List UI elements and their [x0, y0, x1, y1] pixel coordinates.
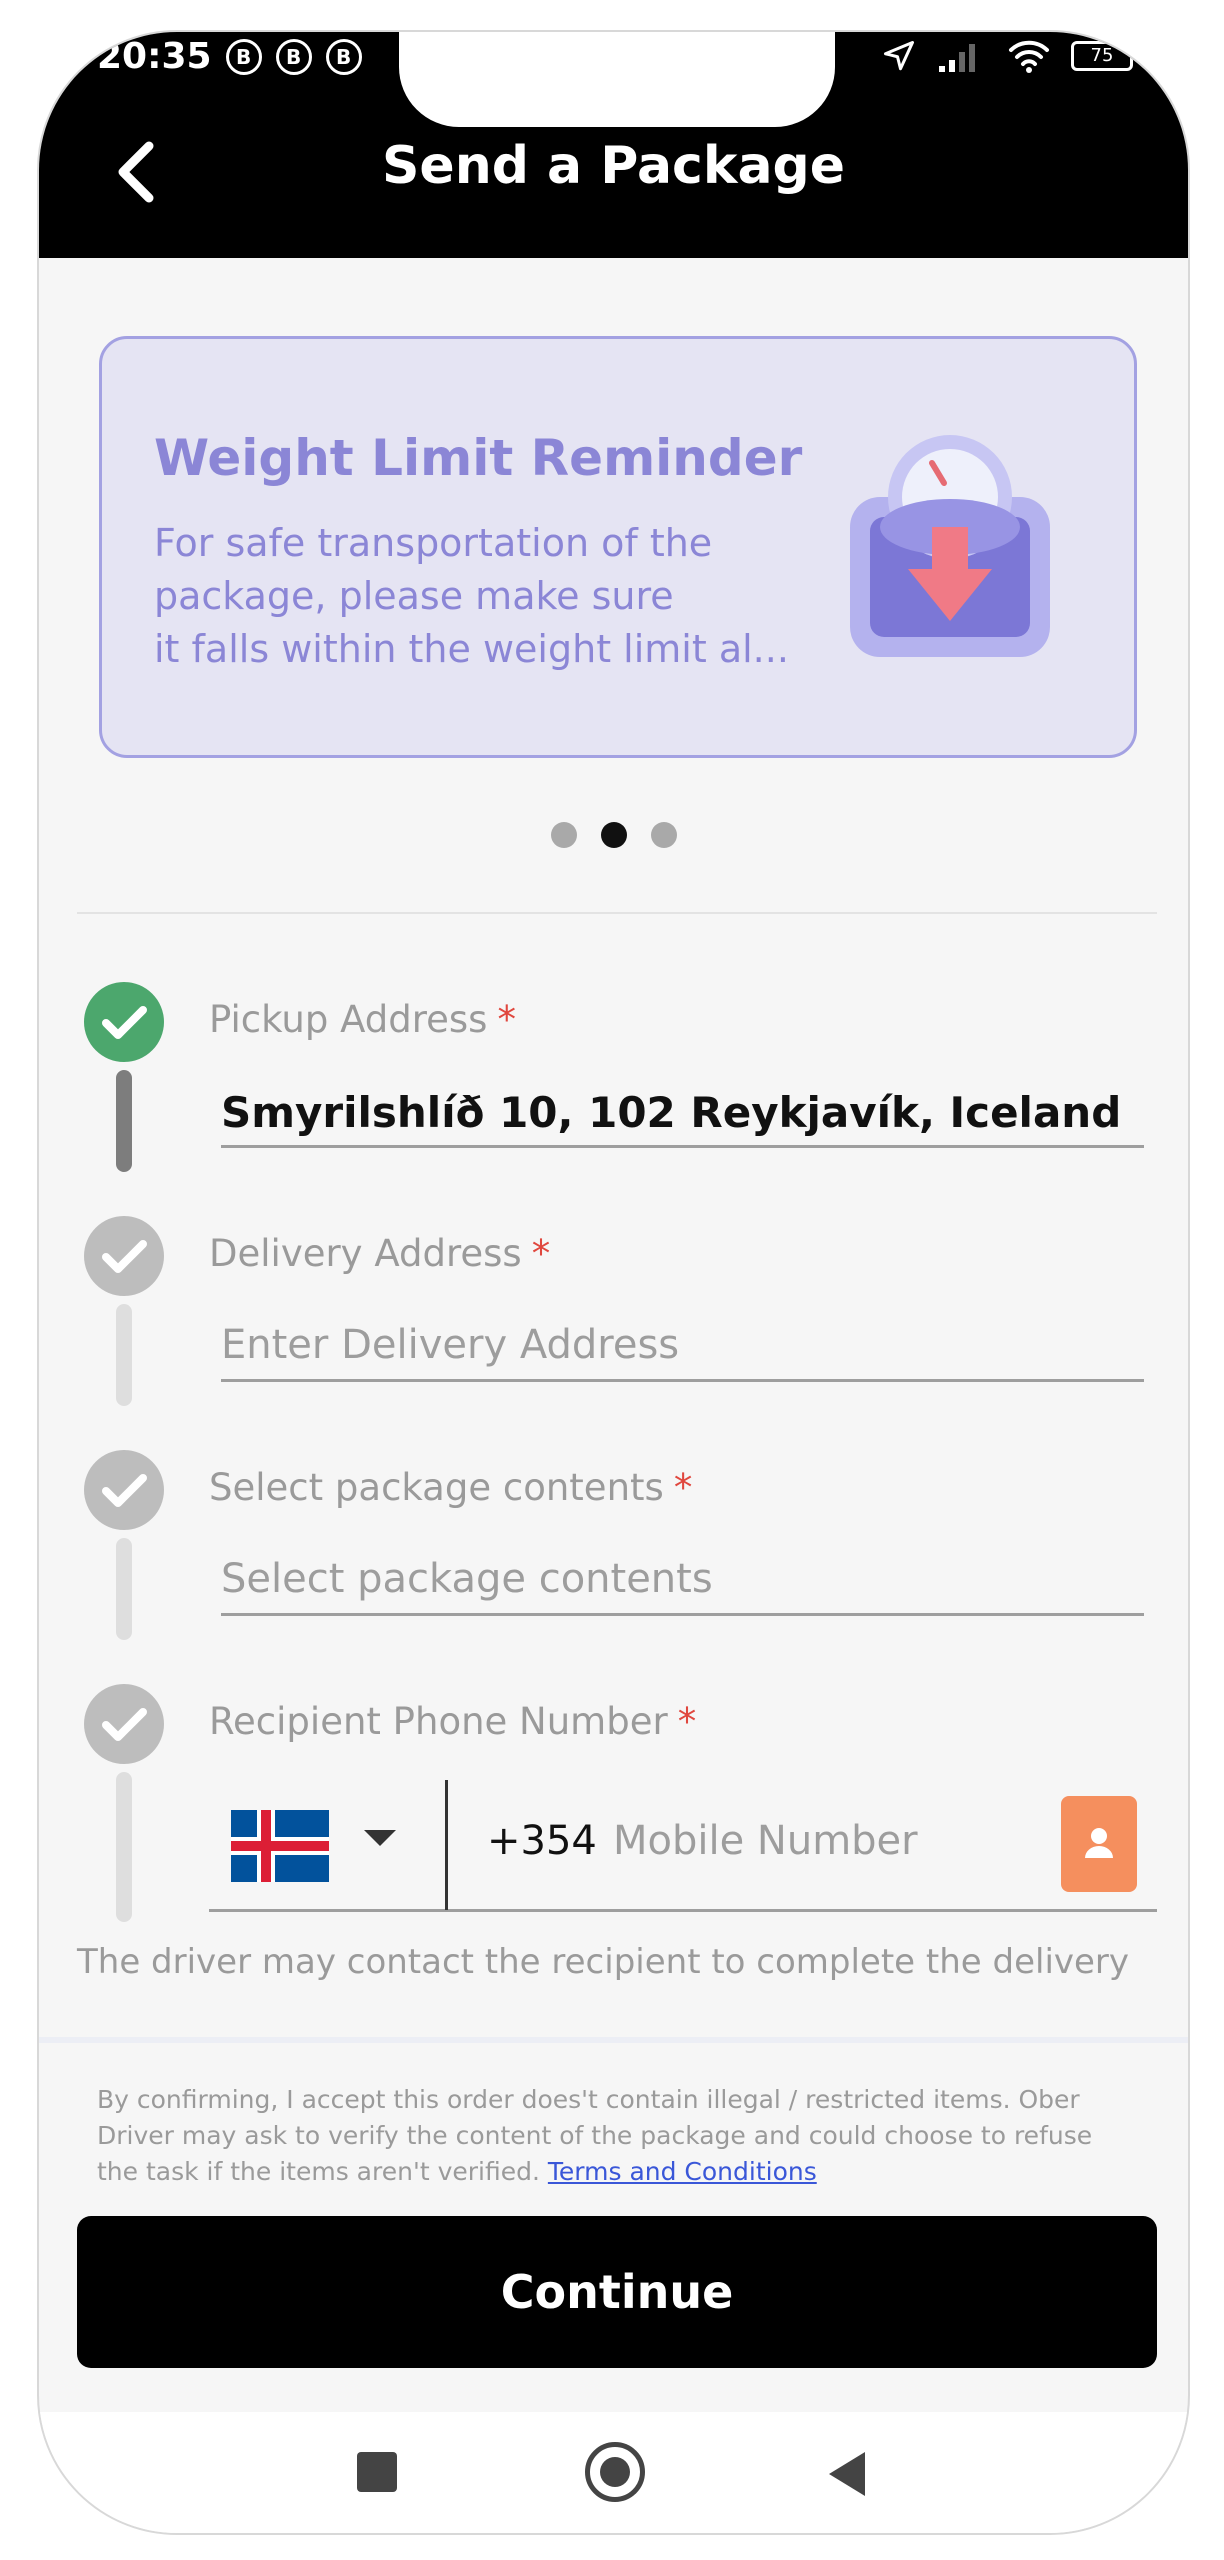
banner-line: package, please make sure [154, 574, 674, 618]
battery-icon: 75 [1071, 41, 1133, 71]
iceland-flag-icon[interactable] [231, 1810, 329, 1882]
pickup-address-value: Smyrilshlíð 10, 102 Reykjavík, Iceland [221, 1088, 1122, 1137]
camera-notch [399, 32, 835, 127]
carousel-dot[interactable] [550, 822, 577, 848]
continue-button[interactable]: Continue [77, 2216, 1157, 2368]
chevron-down-icon[interactable] [364, 1830, 396, 1846]
back-triangle-icon[interactable] [829, 2452, 865, 2496]
home-icon[interactable] [585, 2442, 645, 2502]
check-circle-icon [84, 982, 164, 1062]
app-header: 20:35 B B B 75 Send a Package [39, 32, 1188, 258]
country-code: +354 [487, 1818, 597, 1864]
package-contents-placeholder: Select package contents [221, 1556, 713, 1602]
carousel-dot-active[interactable] [600, 822, 627, 848]
status-time: 20:35 [97, 36, 212, 77]
signal-icon [939, 44, 975, 72]
mobile-number-input[interactable]: Mobile Number [613, 1818, 918, 1864]
pickup-address-field[interactable]: Smyrilshlíð 10, 102 Reykjavík, Iceland [221, 1076, 1144, 1148]
step-connector [116, 1772, 132, 1922]
location-icon [884, 41, 914, 71]
status-bar-left: 20:35 B B B [97, 36, 362, 77]
section-divider [77, 912, 1157, 914]
status-bar-right: 75 [881, 38, 1133, 74]
notification-icon: B [225, 38, 262, 75]
delivery-address-placeholder: Enter Delivery Address [221, 1322, 680, 1368]
carousel-dot[interactable] [650, 822, 677, 848]
step-connector [116, 1538, 132, 1640]
pickup-address-label: Pickup Address * [209, 998, 516, 1041]
recipient-phone-label: Recipient Phone Number * [209, 1700, 697, 1743]
wifi-icon [1009, 40, 1049, 73]
delivery-address-field[interactable]: Enter Delivery Address [221, 1310, 1144, 1382]
banner-line: For safe transportation of the [154, 521, 713, 565]
check-circle-icon [84, 1216, 164, 1296]
banner-text: For safe transportation of the package, … [154, 517, 834, 676]
notification-icon: B [325, 38, 362, 75]
recent-apps-icon[interactable] [357, 2452, 397, 2492]
check-circle-icon [84, 1450, 164, 1530]
weight-limit-banner[interactable]: Weight Limit Reminder For safe transport… [99, 336, 1137, 758]
field-separator [445, 1780, 448, 1910]
contacts-button[interactable] [1061, 1796, 1137, 1892]
banner-line: it falls within the weight limit al... [154, 627, 789, 671]
disclaimer-text: By confirming, I accept this order does'… [97, 2085, 1093, 2186]
footer-divider [39, 2037, 1188, 2043]
carousel-indicator [39, 822, 1188, 848]
terms-link[interactable]: Terms and Conditions [548, 2157, 817, 2186]
package-contents-label: Select package contents * [209, 1466, 693, 1509]
notification-icon: B [275, 38, 312, 75]
banner-title: Weight Limit Reminder [154, 429, 803, 487]
check-circle-icon [84, 1684, 164, 1764]
page-title: Send a Package [381, 136, 846, 196]
step-connector [116, 1304, 132, 1406]
recipient-hint: The driver may contact the recipient to … [77, 1942, 1130, 1982]
recipient-phone-field: +354 Mobile Number [209, 1772, 1157, 1912]
system-nav-bar [39, 2412, 1188, 2533]
phone-screen: 20:35 B B B 75 Send a Package Weight Lim… [37, 30, 1190, 2535]
person-icon [1085, 1828, 1113, 1858]
weight-scale-icon [850, 435, 1050, 657]
delivery-address-label: Delivery Address * [209, 1232, 551, 1275]
step-connector [116, 1070, 132, 1172]
package-contents-select[interactable]: Select package contents [221, 1544, 1144, 1616]
